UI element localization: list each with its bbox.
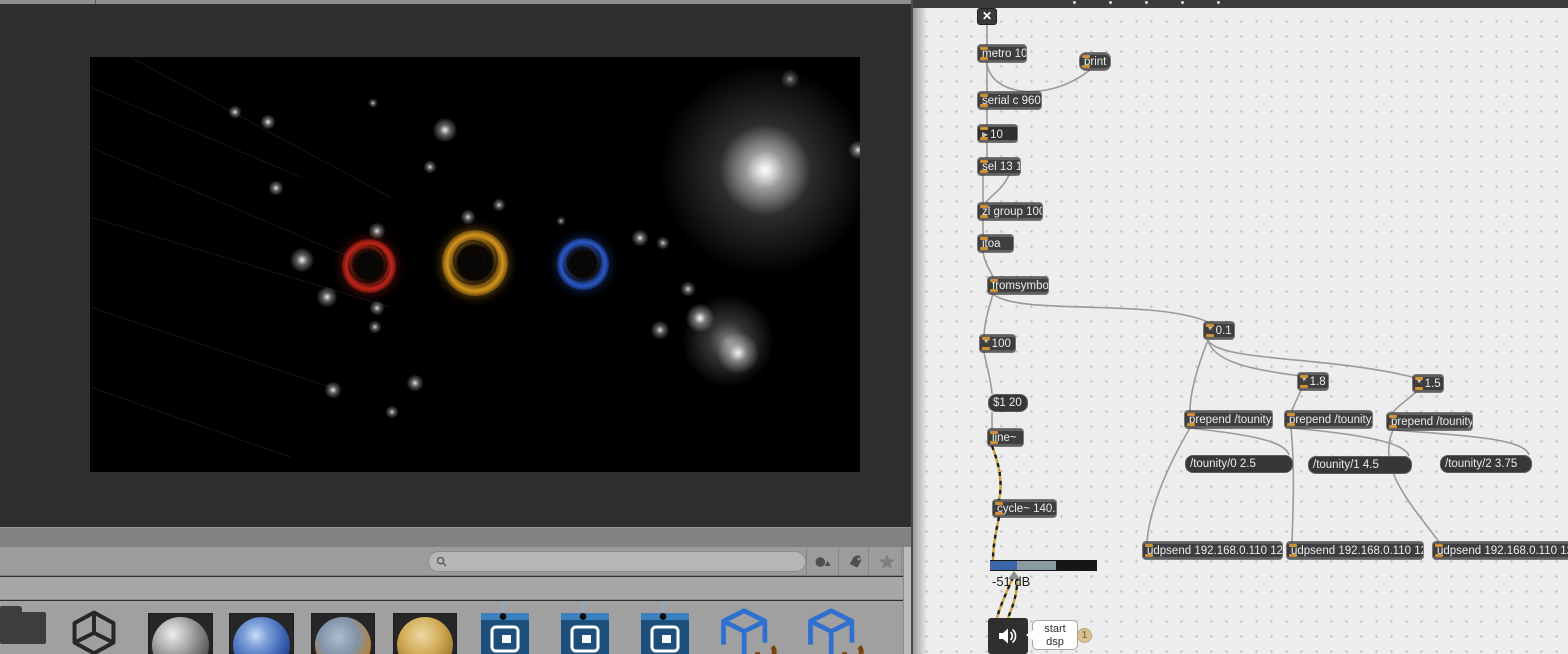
- cycle-object[interactable]: cycle~ 140.: [993, 500, 1056, 517]
- multiply-1-5-object[interactable]: * 1.5: [1413, 375, 1443, 392]
- gain-db-label: -51 dB: [992, 574, 1030, 589]
- star: [780, 69, 800, 89]
- star: [680, 293, 776, 389]
- udpsend-object-1[interactable]: udpsend 192.168.0.110 12345: [1143, 542, 1282, 559]
- type-filter-button[interactable]: [808, 547, 838, 576]
- fromsymbol-object[interactable]: fromsymbol: [988, 277, 1048, 294]
- label-tag-icon: [847, 554, 864, 570]
- star: [492, 198, 506, 212]
- panel-edge-shadow: [913, 8, 927, 654]
- magnifier-icon: [436, 556, 447, 567]
- unity-top-strip: [0, 0, 913, 4]
- itoa-object[interactable]: itoa: [978, 235, 1013, 252]
- model-cube-icon[interactable]: [716, 607, 778, 654]
- metro-object[interactable]: metro 100: [978, 45, 1026, 62]
- search-input[interactable]: [452, 556, 792, 568]
- prepend-tounity1-object[interactable]: prepend /tounity/1: [1285, 411, 1372, 428]
- material-sphere-gray[interactable]: [148, 613, 213, 654]
- star: [260, 114, 276, 130]
- star: [368, 222, 386, 240]
- ezdac-speaker-button[interactable]: [988, 618, 1028, 654]
- number-box-triangle: ▶: [982, 130, 988, 139]
- type-filter-icon: [814, 554, 832, 570]
- tounity1-message[interactable]: /tounity/1 4.5: [1308, 456, 1412, 474]
- model-cube-icon[interactable]: [803, 607, 865, 654]
- favorites-star-icon: [878, 553, 896, 570]
- star: [369, 300, 385, 316]
- line-object[interactable]: line~: [988, 429, 1023, 446]
- star: [423, 160, 437, 174]
- udpsend-object-3[interactable]: udpsend 192.168.0.110 12345: [1433, 542, 1568, 559]
- prepend-tounity0-object[interactable]: prepend /tounity/0: [1185, 411, 1272, 428]
- udpsend-object-2[interactable]: udpsend 192.168.0.110 12345: [1287, 542, 1423, 559]
- hint-line-2: dsp: [1033, 636, 1077, 649]
- star: [460, 209, 476, 225]
- project-toolbar: [0, 547, 913, 576]
- material-planet-rock[interactable]: [311, 613, 375, 654]
- max-titlebar: [913, 0, 1568, 8]
- prepend-tounity2-object[interactable]: prepend /tounity/2: [1387, 413, 1472, 430]
- gain-handle[interactable]: [1017, 561, 1056, 570]
- star: [432, 117, 458, 143]
- star: [228, 105, 242, 119]
- toggle-object[interactable]: ✕: [977, 8, 997, 25]
- max-patch-panel: ✕ metro 100 print serial c 9600 ▶10 sel …: [913, 0, 1568, 654]
- label-filter-button[interactable]: [840, 547, 870, 576]
- number-box[interactable]: ▶10: [978, 125, 1017, 142]
- star: [717, 122, 813, 218]
- star: [289, 247, 315, 273]
- animator-controller-icon[interactable]: [640, 601, 690, 654]
- planet-sphere: [442, 230, 508, 296]
- assets-scrollbar[interactable]: [903, 547, 911, 654]
- gain-slider[interactable]: [990, 560, 1097, 571]
- zl-group-object[interactable]: zl group 1000: [978, 203, 1042, 220]
- ramp-message[interactable]: $1 20: [988, 394, 1028, 412]
- planet-sphere: [342, 239, 396, 293]
- multiply-1-8-object[interactable]: * 1.8: [1298, 373, 1328, 390]
- material-planet-blue[interactable]: [229, 613, 294, 654]
- hint-line-1: start: [1033, 623, 1077, 636]
- star: [406, 374, 424, 392]
- folder-icon[interactable]: [0, 601, 46, 654]
- unity-game-view[interactable]: [90, 57, 860, 472]
- serial-object[interactable]: serial c 9600: [978, 92, 1041, 109]
- gain-level-fill: [990, 561, 1017, 570]
- asset-path-bar: [0, 577, 913, 600]
- multiply-100-object[interactable]: * 100: [980, 335, 1015, 352]
- star: [656, 236, 670, 250]
- star: [324, 381, 342, 399]
- animator-controller-icon[interactable]: [480, 601, 530, 654]
- star: [556, 216, 566, 226]
- star: [631, 229, 649, 247]
- start-dsp-hint: start dsp: [1032, 620, 1078, 650]
- tounity0-message[interactable]: /tounity/0 2.5: [1185, 455, 1293, 473]
- planet-sphere: [557, 238, 609, 290]
- unity-statusbar: [0, 527, 913, 547]
- star: [680, 281, 696, 297]
- speaker-icon: [996, 625, 1020, 647]
- star: [268, 180, 284, 196]
- animator-controller-icon[interactable]: [560, 601, 610, 654]
- print-object[interactable]: print: [1080, 53, 1110, 70]
- star: [368, 98, 378, 108]
- unity-editor-panel: [0, 0, 913, 654]
- tounity2-message[interactable]: /tounity/2 3.75: [1440, 455, 1532, 473]
- material-planet-gold[interactable]: [393, 613, 457, 654]
- search-input-wrap[interactable]: [428, 551, 806, 572]
- star: [368, 320, 382, 334]
- multiply-0-1-object[interactable]: * 0.1: [1204, 322, 1234, 339]
- count-badge: 1: [1077, 628, 1092, 643]
- asset-grid: [0, 601, 905, 654]
- screen: ✕ metro 100 print serial c 9600 ▶10 sel …: [0, 0, 1568, 654]
- star: [316, 286, 338, 308]
- sel-object[interactable]: sel 13 10: [978, 158, 1020, 175]
- star: [385, 405, 399, 419]
- favorites-button[interactable]: [872, 547, 902, 576]
- star: [650, 320, 670, 340]
- unity-logo-icon[interactable]: [66, 609, 122, 654]
